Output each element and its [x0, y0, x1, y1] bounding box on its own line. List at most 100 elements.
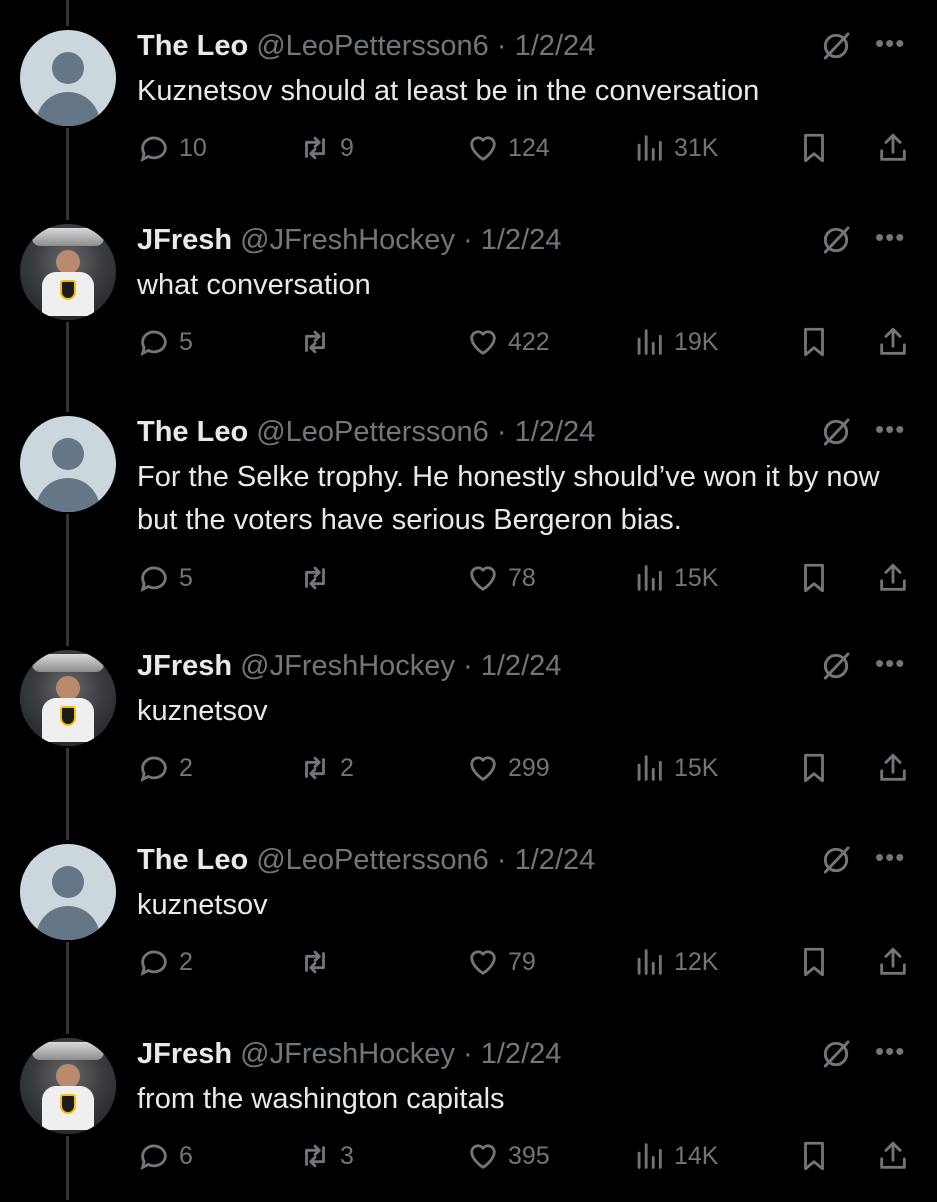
- display-name[interactable]: The Leo: [137, 30, 248, 62]
- reply-button[interactable]: 2: [137, 942, 193, 982]
- share-button[interactable]: [876, 558, 910, 598]
- handle[interactable]: @JFreshHockey: [240, 650, 455, 682]
- more-options-button[interactable]: •••: [875, 414, 905, 445]
- display-name[interactable]: The Leo: [137, 844, 248, 876]
- tweet[interactable]: The Leo @LeoPettersson6 · 1/2/24 ••• Kuz…: [0, 0, 937, 194]
- views-button[interactable]: 14K: [632, 1136, 718, 1176]
- bookmark-button[interactable]: [797, 322, 831, 362]
- retweet-button[interactable]: 2: [298, 748, 354, 788]
- reply-icon: [140, 756, 167, 782]
- share-button[interactable]: [876, 942, 910, 982]
- share-button[interactable]: [876, 748, 910, 788]
- tweet-header: The Leo @LeoPettersson6 · 1/2/24: [137, 28, 595, 64]
- handle[interactable]: @JFreshHockey: [240, 1038, 455, 1070]
- display-name[interactable]: JFresh: [137, 224, 232, 256]
- share-icon: [880, 133, 906, 161]
- like-count: 124: [508, 133, 550, 162]
- grok-icon[interactable]: [820, 224, 852, 256]
- date[interactable]: 1/2/24: [481, 650, 562, 682]
- date[interactable]: 1/2/24: [481, 1038, 562, 1070]
- avatar[interactable]: [20, 416, 116, 512]
- like-button[interactable]: 422: [466, 322, 550, 362]
- retweet-button[interactable]: 9: [298, 128, 354, 168]
- tweet-header: JFresh @JFreshHockey · 1/2/24: [137, 1036, 561, 1072]
- date[interactable]: 1/2/24: [515, 416, 596, 448]
- like-button[interactable]: 79: [466, 942, 536, 982]
- handle[interactable]: @LeoPettersson6: [256, 844, 489, 876]
- tweet[interactable]: JFresh @JFreshHockey · 1/2/24 ••• from t…: [0, 1008, 937, 1202]
- more-options-button[interactable]: •••: [875, 222, 905, 253]
- date[interactable]: 1/2/24: [515, 30, 596, 62]
- like-button[interactable]: 299: [466, 748, 550, 788]
- bookmark-button[interactable]: [797, 558, 831, 598]
- more-options-button[interactable]: •••: [875, 28, 905, 59]
- views-button[interactable]: 15K: [632, 748, 718, 788]
- display-name[interactable]: JFresh: [137, 1038, 232, 1070]
- like-count: 78: [508, 563, 536, 592]
- avatar[interactable]: [20, 30, 116, 126]
- date[interactable]: 1/2/24: [481, 224, 562, 256]
- heart-icon: [470, 1144, 496, 1169]
- bookmark-icon: [804, 947, 824, 977]
- more-options-button[interactable]: •••: [875, 1036, 905, 1067]
- heart-icon: [470, 566, 496, 591]
- bookmark-button[interactable]: [797, 748, 831, 788]
- like-button[interactable]: 78: [466, 558, 536, 598]
- grok-icon[interactable]: [820, 1038, 852, 1070]
- avatar[interactable]: [20, 650, 116, 746]
- share-icon: [880, 753, 906, 781]
- tweet[interactable]: The Leo @LeoPettersson6 · 1/2/24 ••• For…: [0, 386, 937, 624]
- retweet-button[interactable]: [298, 558, 340, 598]
- share-button[interactable]: [876, 322, 910, 362]
- view-count: 19K: [674, 327, 719, 356]
- tweet[interactable]: The Leo @LeoPettersson6 · 1/2/24 ••• kuz…: [0, 814, 937, 1008]
- more-options-button[interactable]: •••: [875, 648, 905, 679]
- views-button[interactable]: 31K: [632, 128, 718, 168]
- views-button[interactable]: 12K: [632, 942, 718, 982]
- like-button[interactable]: 124: [466, 128, 550, 168]
- retweet-button[interactable]: [298, 942, 340, 982]
- tweet[interactable]: JFresh @JFreshHockey · 1/2/24 ••• what c…: [0, 194, 937, 388]
- reply-icon: [140, 950, 167, 976]
- retweet-button[interactable]: [298, 322, 340, 362]
- tweet-text: kuznetsov: [137, 695, 268, 727]
- views-icon: [637, 949, 662, 975]
- reply-button[interactable]: 6: [137, 1136, 193, 1176]
- grok-icon[interactable]: [820, 416, 852, 448]
- views-icon: [637, 135, 662, 161]
- reply-button[interactable]: 2: [137, 748, 193, 788]
- tweet[interactable]: JFresh @JFreshHockey · 1/2/24 ••• kuznet…: [0, 620, 937, 814]
- avatar[interactable]: [20, 844, 116, 940]
- handle[interactable]: @LeoPettersson6: [256, 416, 489, 448]
- grok-icon[interactable]: [820, 30, 852, 62]
- reply-button[interactable]: 10: [137, 128, 207, 168]
- bookmark-button[interactable]: [797, 1136, 831, 1176]
- display-name[interactable]: JFresh: [137, 650, 232, 682]
- like-button[interactable]: 395: [466, 1136, 550, 1176]
- heart-icon: [470, 330, 496, 355]
- retweet-button[interactable]: 3: [298, 1136, 354, 1176]
- retweet-count: 9: [340, 133, 354, 162]
- more-options-button[interactable]: •••: [875, 842, 905, 873]
- grok-icon[interactable]: [820, 650, 852, 682]
- share-button[interactable]: [876, 1136, 910, 1176]
- avatar[interactable]: [20, 224, 116, 320]
- views-button[interactable]: 15K: [632, 558, 718, 598]
- reply-button[interactable]: 5: [137, 322, 193, 362]
- like-count: 395: [508, 1141, 550, 1170]
- views-button[interactable]: 19K: [632, 322, 718, 362]
- handle[interactable]: @LeoPettersson6: [256, 30, 489, 62]
- display-name[interactable]: The Leo: [137, 416, 248, 448]
- share-button[interactable]: [876, 128, 910, 168]
- handle[interactable]: @JFreshHockey: [240, 224, 455, 256]
- reply-button[interactable]: 5: [137, 558, 193, 598]
- reply-count: 5: [179, 327, 193, 356]
- share-icon: [880, 947, 906, 975]
- grok-icon[interactable]: [820, 844, 852, 876]
- avatar[interactable]: [20, 1038, 116, 1134]
- tweet-header: The Leo @LeoPettersson6 · 1/2/24: [137, 414, 595, 450]
- view-count: 31K: [674, 133, 719, 162]
- bookmark-button[interactable]: [797, 128, 831, 168]
- bookmark-button[interactable]: [797, 942, 831, 982]
- date[interactable]: 1/2/24: [515, 844, 596, 876]
